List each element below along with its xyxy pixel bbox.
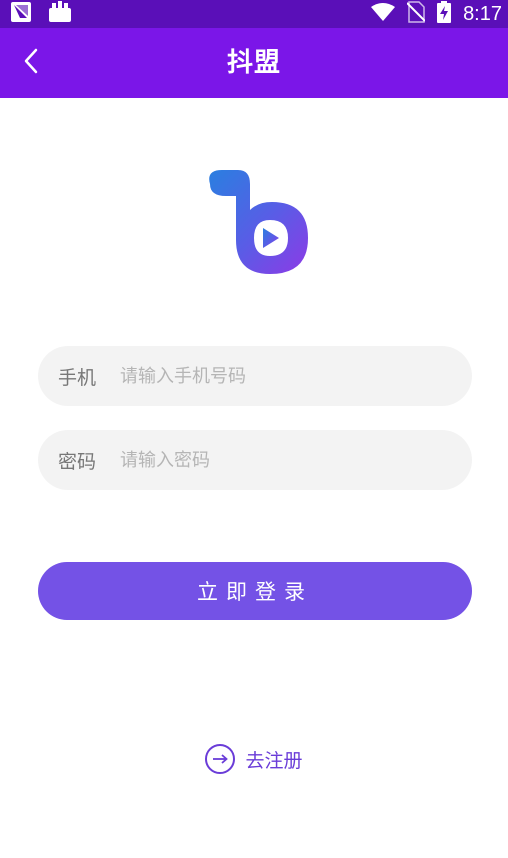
wifi-icon: [371, 2, 396, 26]
password-label: 密码: [58, 450, 97, 473]
register-link[interactable]: 去注册: [0, 741, 508, 777]
phone-input[interactable]: [118, 355, 422, 397]
phone-label: 手机: [58, 366, 97, 389]
app-bar: 抖盟: [0, 28, 508, 98]
status-bar: 8:17: [0, 0, 508, 28]
battery-charging-icon: [437, 1, 452, 27]
status-time: 8:17: [463, 2, 502, 25]
arrow-right-circle-icon: [205, 744, 236, 774]
password-field: 密码: [38, 430, 472, 490]
app-notification-icon: [10, 1, 32, 27]
shopping-bag-icon: [48, 1, 72, 27]
phone-field: 手机: [38, 346, 472, 406]
password-input[interactable]: [118, 439, 422, 481]
login-button[interactable]: 立即登录: [38, 562, 472, 620]
app-logo: [196, 166, 312, 278]
page-title: 抖盟: [226, 48, 281, 78]
back-chevron-icon: [22, 48, 42, 78]
back-button[interactable]: [12, 43, 52, 83]
register-label: 去注册: [245, 749, 303, 772]
no-sim-icon: [406, 1, 426, 27]
